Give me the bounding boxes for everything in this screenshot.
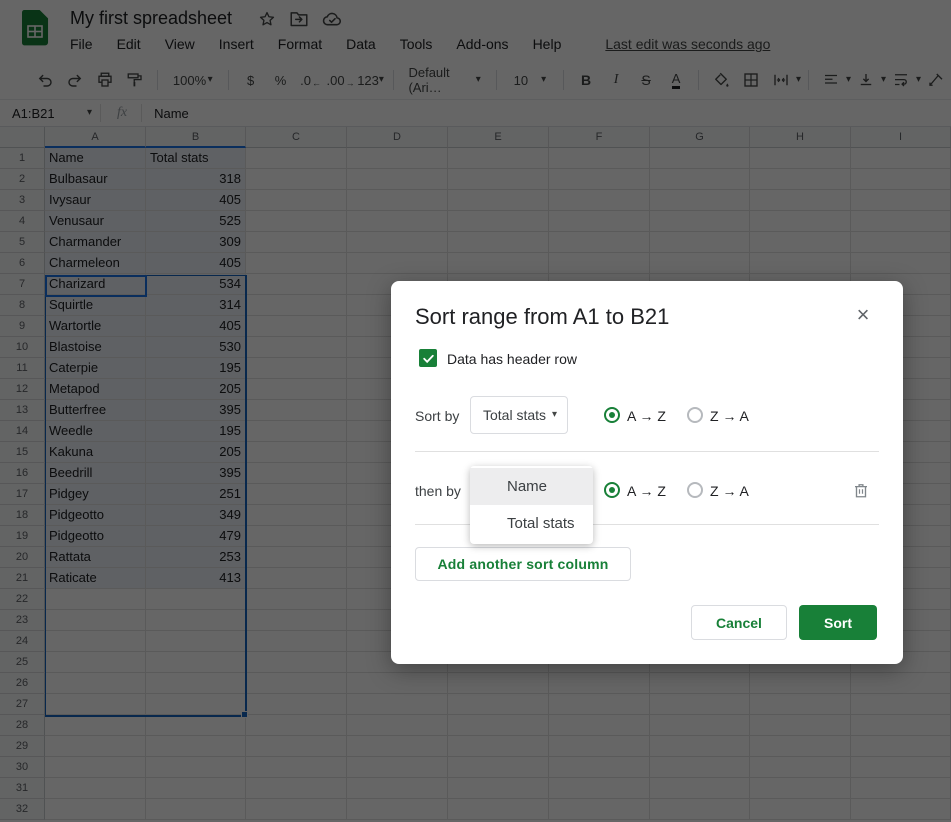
sort-by-column-select[interactable]: Total stats ▾ <box>470 396 568 434</box>
then-by-desc-label[interactable]: Z → A <box>710 483 749 499</box>
header-row-checkbox-label[interactable]: Data has header row <box>447 351 577 367</box>
sort-range-dialog: Sort range from A1 to B21 × Data has hea… <box>391 281 903 664</box>
chevron-down-icon: ▾ <box>551 409 557 420</box>
sort-by-desc-radio[interactable] <box>687 407 703 423</box>
then-by-column-dropdown: Name Total stats <box>470 466 593 544</box>
dropdown-option-name[interactable]: Name <box>470 468 593 505</box>
close-icon[interactable]: × <box>849 301 877 329</box>
sort-by-asc-radio[interactable] <box>604 407 620 423</box>
google-sheets-app: My first spreadsheet FileEditViewInsertF… <box>0 0 951 822</box>
header-row-checkbox[interactable] <box>419 349 437 367</box>
delete-sort-column-icon[interactable] <box>852 481 870 499</box>
add-sort-column-button[interactable]: Add another sort column <box>415 547 631 581</box>
sort-by-label: Sort by <box>415 408 460 424</box>
dialog-divider <box>415 451 879 452</box>
then-by-label: then by <box>415 483 461 499</box>
cancel-button[interactable]: Cancel <box>691 605 787 640</box>
dialog-title: Sort range from A1 to B21 <box>415 304 670 329</box>
then-by-asc-label[interactable]: A → Z <box>627 483 666 499</box>
sort-by-asc-label[interactable]: A → Z <box>627 408 666 424</box>
dropdown-option-total-stats[interactable]: Total stats <box>470 505 593 542</box>
then-by-desc-radio[interactable] <box>687 482 703 498</box>
then-by-asc-radio[interactable] <box>604 482 620 498</box>
sort-button[interactable]: Sort <box>799 605 877 640</box>
sort-by-desc-label[interactable]: Z → A <box>710 408 749 424</box>
